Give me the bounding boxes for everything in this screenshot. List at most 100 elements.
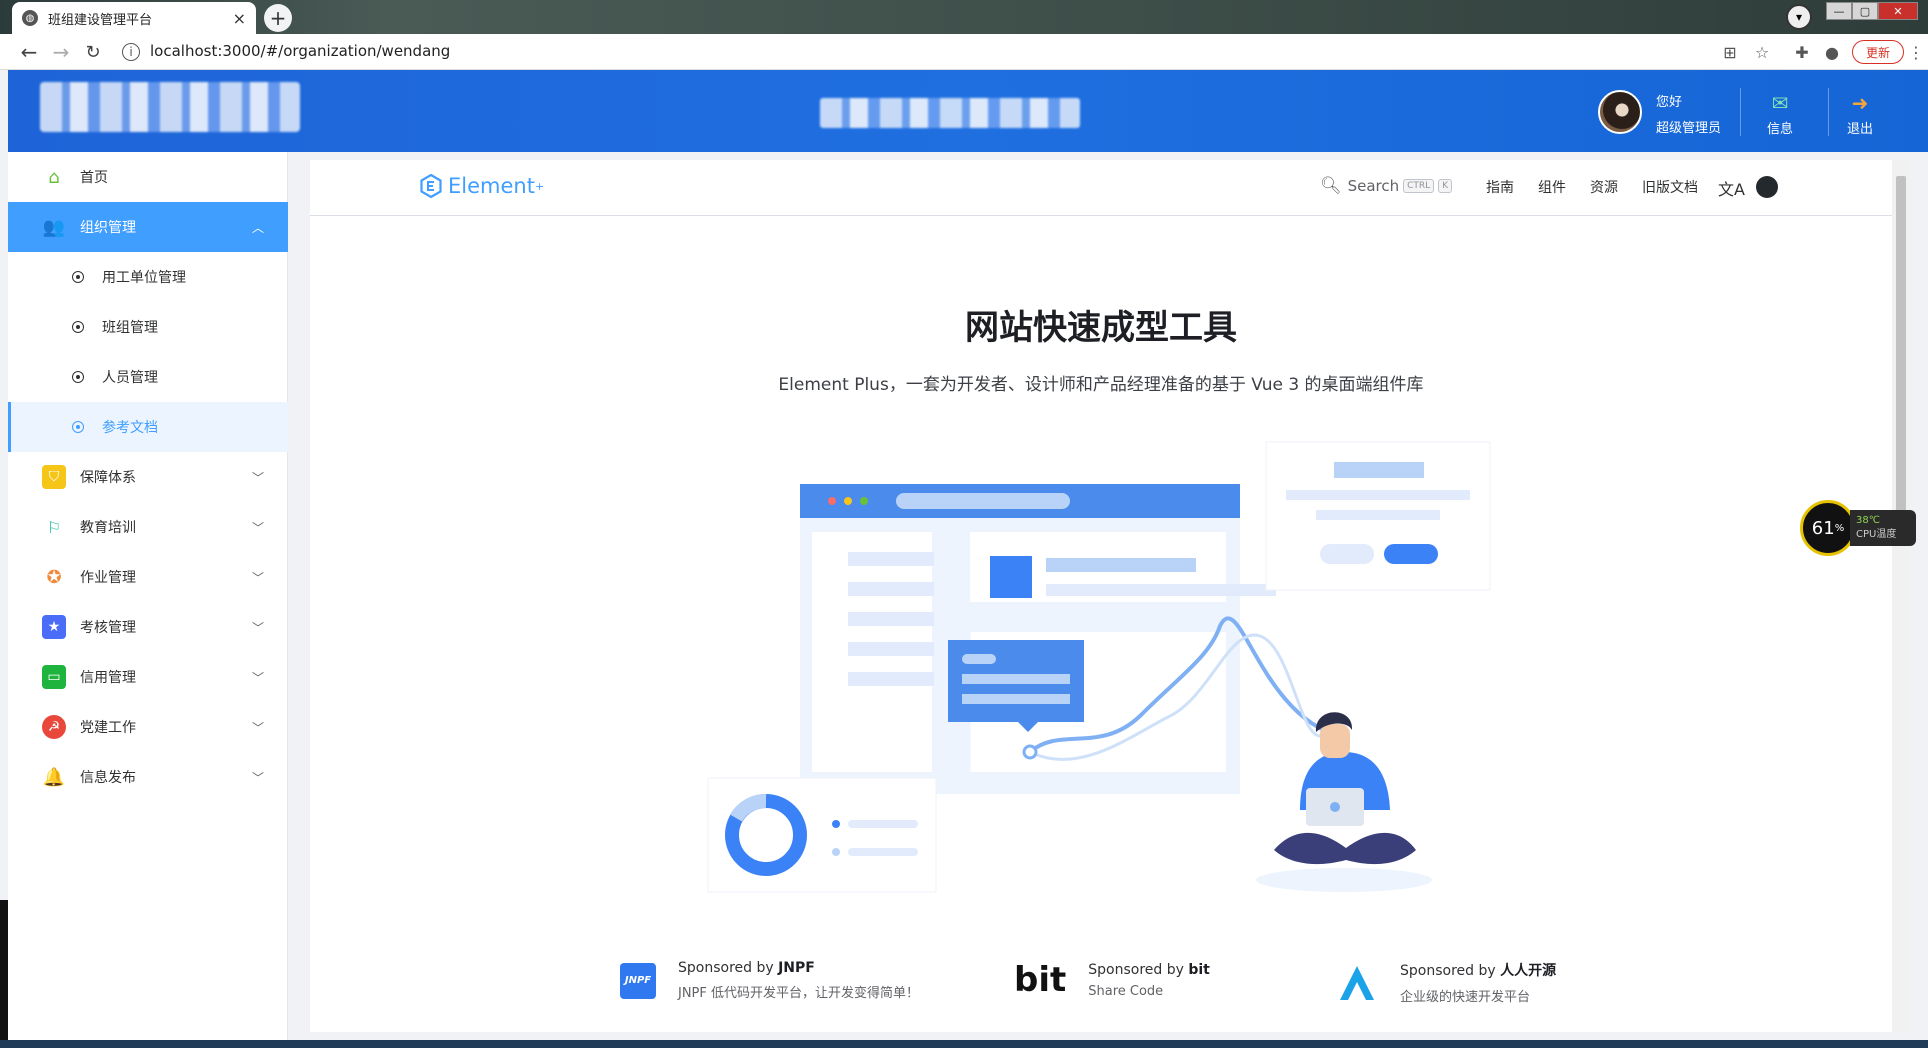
sidebar-item-label: 作业管理 bbox=[80, 570, 136, 586]
scrollbar-thumb[interactable] bbox=[1896, 176, 1906, 536]
training-icon: ⚐ bbox=[46, 517, 62, 537]
role-text: 超级管理员 bbox=[1656, 121, 1722, 136]
address-bar[interactable]: localhost:3000/#/organization/wendang bbox=[150, 42, 450, 60]
extensions-icon[interactable]: ✚ bbox=[1790, 40, 1814, 64]
bookmark-star-icon[interactable]: ☆ bbox=[1750, 40, 1774, 64]
reload-icon[interactable]: ↻ bbox=[78, 34, 108, 70]
sidebar-item-label: 信用管理 bbox=[80, 670, 136, 686]
bell-icon: 🔔 bbox=[42, 766, 66, 788]
translate-icon[interactable]: ⊞ bbox=[1718, 40, 1742, 64]
sponsor-title: Sponsored by bit bbox=[1088, 962, 1210, 978]
sidebar-subitem-label: 人员管理 bbox=[102, 370, 158, 386]
sponsor-title: Sponsored by 人人开源 bbox=[1400, 960, 1556, 980]
task-icon: ✪ bbox=[46, 566, 62, 588]
sidebar-subitem-docs[interactable]: 参考文档 bbox=[8, 402, 288, 452]
search-icon: 🔍︎ bbox=[1320, 176, 1342, 196]
profile-icon[interactable]: ● bbox=[1820, 40, 1844, 64]
sponsor-name: JNPF bbox=[778, 960, 815, 976]
language-icon[interactable]: 文A bbox=[1718, 176, 1745, 200]
sidebar-subitem-employer[interactable]: 用工单位管理 bbox=[8, 252, 288, 302]
docs-search[interactable]: 🔍︎ Search CTRL K bbox=[1320, 176, 1453, 196]
renren-logo bbox=[1340, 965, 1374, 1000]
sidebar-item-label: 教育培训 bbox=[80, 520, 136, 536]
sidebar-subitem-team[interactable]: 班组管理 bbox=[8, 302, 288, 352]
nav-resources[interactable]: 资源 bbox=[1590, 177, 1618, 197]
sidebar-subitem-personnel[interactable]: 人员管理 bbox=[8, 352, 288, 402]
cpu-monitor-widget[interactable]: 61% 38℃ CPU温度 bbox=[1800, 500, 1920, 556]
logout-icon: ➜ bbox=[1851, 91, 1869, 115]
chrome-profile-icon[interactable]: ▾ bbox=[1786, 4, 1812, 30]
user-greeting: 您好 超级管理员 bbox=[1656, 90, 1721, 142]
minimize-button[interactable]: — bbox=[1826, 2, 1852, 20]
sidebar-item-label: 保障体系 bbox=[80, 470, 136, 486]
ctrl-key-badge: CTRL bbox=[1403, 179, 1435, 193]
sponsor-name: bit bbox=[1188, 961, 1210, 978]
avatar[interactable] bbox=[1598, 90, 1642, 134]
sponsor-desc: 企业级的快速开发平台 bbox=[1400, 990, 1531, 1005]
home-icon: ⌂ bbox=[48, 166, 60, 188]
sidebar-item-publish[interactable]: 🔔 信息发布 ﹀ bbox=[8, 752, 288, 802]
sponsor-jnpf[interactable]: JNPF Sponsored by JNPF JNPF 低代码开发平台，让开发变… bbox=[620, 960, 919, 1001]
back-arrow-icon[interactable]: ← bbox=[14, 34, 44, 70]
chevron-down-icon: ﹀ bbox=[251, 770, 264, 785]
chevron-down-icon: ﹀ bbox=[251, 570, 264, 585]
element-logo[interactable]: Element + bbox=[420, 174, 544, 198]
maximize-button[interactable]: ▢ bbox=[1852, 2, 1878, 20]
sidebar-item-party[interactable]: ☭ 党建工作 ﹀ bbox=[8, 702, 288, 752]
sponsor-prefix: Sponsored by bbox=[678, 960, 779, 976]
message-button[interactable]: ✉ 信息 bbox=[1750, 88, 1810, 140]
globe-icon: ◍ bbox=[22, 10, 38, 26]
sponsor-desc: JNPF 低代码开发平台，让开发变得简单！ bbox=[678, 986, 920, 1001]
chevron-down-icon: ﹀ bbox=[251, 470, 264, 485]
radio-dot-icon bbox=[72, 321, 84, 333]
chevron-up-icon: ︿ bbox=[251, 220, 264, 235]
sponsor-renren[interactable]: Sponsored by 人人开源 企业级的快速开发平台 bbox=[1336, 960, 1556, 1005]
sidebar-item-home[interactable]: ⌂ 首页 bbox=[8, 152, 288, 202]
cpu-temp-panel: 38℃ CPU温度 bbox=[1850, 510, 1916, 546]
chevron-down-icon: ﹀ bbox=[251, 620, 264, 635]
sidebar-item-assessment[interactable]: ★ 考核管理 ﹀ bbox=[8, 602, 288, 652]
radio-dot-icon bbox=[72, 271, 84, 283]
chevron-down-icon: ﹀ bbox=[251, 670, 264, 685]
hero-subtitle: Element Plus，一套为开发者、设计师和产品经理准备的基于 Vue 3 … bbox=[778, 375, 1424, 395]
forward-arrow-icon[interactable]: → bbox=[46, 34, 76, 70]
sidebar-item-label: 组织管理 bbox=[80, 220, 136, 236]
sidebar-subitem-label: 参考文档 bbox=[102, 420, 158, 436]
sidebar-item-label: 信息发布 bbox=[80, 770, 136, 786]
nav-guide[interactable]: 指南 bbox=[1486, 177, 1514, 197]
cpu-label: CPU温度 bbox=[1856, 529, 1897, 540]
window-edge bbox=[0, 900, 8, 1040]
update-button[interactable]: 更新 bbox=[1852, 40, 1904, 64]
sponsor-bit[interactable]: bit Sponsored by bit Share Code bbox=[1014, 960, 1210, 1000]
sidebar-subitem-label: 用工单位管理 bbox=[102, 270, 186, 286]
tab-close-icon[interactable]: × bbox=[233, 9, 246, 28]
sidebar-item-guarantee[interactable]: ⛉ 保障体系 ﹀ bbox=[8, 452, 288, 502]
logout-button[interactable]: ➜ 退出 bbox=[1830, 88, 1890, 140]
sidebar-item-training[interactable]: ⚐ 教育培训 ﹀ bbox=[8, 502, 288, 552]
hero-illustration bbox=[707, 441, 1491, 893]
plus-superscript: + bbox=[534, 179, 545, 193]
blurred-title bbox=[820, 98, 1080, 128]
new-tab-button[interactable]: + bbox=[264, 4, 292, 32]
radio-dot-icon bbox=[72, 421, 84, 433]
sidebar-item-credit[interactable]: ▭ 信用管理 ﹀ bbox=[8, 652, 288, 702]
browser-menu-icon[interactable]: ⋮ bbox=[1904, 40, 1928, 64]
sidebar-item-tasks[interactable]: ✪ 作业管理 ﹀ bbox=[8, 552, 288, 602]
browser-tab[interactable]: ◍ 班组建设管理平台 × bbox=[12, 2, 256, 34]
chevron-down-icon: ﹀ bbox=[251, 520, 264, 535]
users-icon: 👥 bbox=[42, 216, 66, 238]
jnpf-logo: JNPF bbox=[620, 962, 656, 999]
nav-legacy-docs[interactable]: 旧版文档 bbox=[1642, 177, 1698, 197]
sidebar-item-organization[interactable]: 👥 组织管理 ︿ bbox=[8, 202, 288, 252]
nav-components[interactable]: 组件 bbox=[1538, 177, 1566, 197]
tab-title: 班组建设管理平台 bbox=[48, 12, 153, 28]
github-icon[interactable] bbox=[1756, 176, 1778, 198]
logout-label: 退出 bbox=[1846, 122, 1873, 137]
header-divider bbox=[1828, 88, 1829, 136]
site-info-icon[interactable]: i bbox=[122, 43, 140, 61]
bit-logo: bit bbox=[1014, 960, 1067, 1000]
sponsor-title: Sponsored by JNPF bbox=[678, 960, 919, 976]
cpu-usage-ring: 61% bbox=[1800, 500, 1856, 556]
close-window-button[interactable]: ✕ bbox=[1878, 2, 1918, 20]
credit-icon: ▭ bbox=[42, 665, 66, 689]
